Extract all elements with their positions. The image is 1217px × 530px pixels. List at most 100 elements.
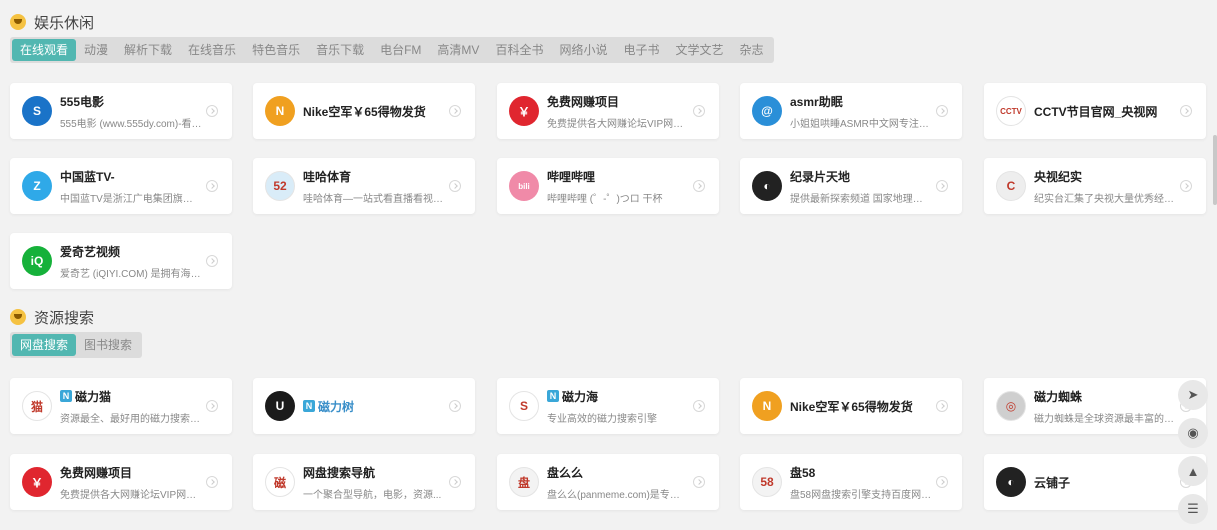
tab-literature[interactable]: 文学文艺 (667, 39, 731, 61)
wechat-button[interactable]: ◉ (1178, 418, 1208, 448)
chevron-right-icon[interactable] (693, 105, 705, 117)
site-name: N 磁力海 (547, 388, 689, 405)
tab-parse-download[interactable]: 解析下载 (116, 39, 180, 61)
site-card[interactable]: 猫 N 磁力猫 资源最全、最好用的磁力搜索引擎 (10, 378, 232, 434)
site-card[interactable]: CCTV CCTV节目官网_央视网 (984, 83, 1206, 139)
site-card[interactable]: N Nike空军￥65得物发货 (740, 378, 962, 434)
chevron-right-icon[interactable] (449, 400, 461, 412)
site-logo-icon: ◐ (752, 171, 782, 201)
site-info: 哔哩哔哩 哔哩哔哩 (゜-゜)つロ 干杯 (547, 168, 689, 205)
chevron-right-icon[interactable] (1180, 105, 1192, 117)
site-card[interactable]: S 555电影 555电影 (www.555dy.com)-看电影... (10, 83, 232, 139)
site-card[interactable]: 盘盘么么盘么么(panmeme.com)是专业的网... (497, 454, 719, 510)
chevron-right-icon[interactable] (693, 476, 705, 488)
site-name-text: 哔哩哔哩 (547, 169, 596, 184)
emoji-icon (10, 309, 26, 325)
site-logo-icon: U (265, 391, 295, 421)
tab-book-search[interactable]: 图书搜索 (76, 334, 140, 356)
site-card[interactable]: ◐ 纪录片天地提供最新探索频道 国家地理频道纪... (740, 158, 962, 214)
site-info: 磁力蜘蛛磁力蜘蛛是全球资源最丰富的磁力... (1034, 388, 1176, 425)
site-card[interactable]: iQ 爱奇艺视频爱奇艺 (iQIYI.COM) 是拥有海量、... (10, 233, 232, 289)
chevron-right-icon[interactable] (449, 105, 461, 117)
bell-icon: ▲ (1186, 463, 1200, 479)
chevron-right-icon[interactable] (936, 105, 948, 117)
site-card[interactable]: S N 磁力海 专业高效的磁力搜索引擎 (497, 378, 719, 434)
tab-online-music[interactable]: 在线音乐 (180, 39, 244, 61)
tab-featured-music[interactable]: 特色音乐 (244, 39, 308, 61)
section-title-text: 资源搜索 (34, 309, 95, 327)
chevron-right-icon[interactable] (936, 476, 948, 488)
chevron-right-icon[interactable] (449, 180, 461, 192)
page: 娱乐休闲 在线观看 动漫 解析下载 在线音乐 特色音乐 音乐下载 电台FM 高清… (0, 0, 1217, 530)
tab-anime[interactable]: 动漫 (76, 39, 116, 61)
site-info: N 磁力树 (303, 398, 445, 415)
site-name-text: CCTV节目官网_央视网 (1034, 104, 1158, 119)
site-name-text: 免费网赚项目 (547, 94, 620, 109)
site-name-text: Nike空军￥65得物发货 (303, 104, 426, 119)
tab-hd-mv[interactable]: 高清MV (429, 39, 487, 61)
site-card[interactable]: ◐ 云铺子 (984, 454, 1206, 510)
tab-web-novel[interactable]: 网络小说 (551, 39, 615, 61)
site-info: 纪录片天地提供最新探索频道 国家地理频道纪... (790, 168, 932, 205)
site-info: 盘么么盘么么(panmeme.com)是专业的网... (547, 464, 689, 501)
tab-music-download[interactable]: 音乐下载 (308, 39, 372, 61)
site-name-text: 云铺子 (1034, 475, 1071, 490)
site-info: 网盘搜索导航 一个聚合型导航，电影，资源... (303, 464, 445, 501)
tab-radio-fm[interactable]: 电台FM (372, 39, 429, 61)
site-logo-icon: 猫 (22, 391, 52, 421)
site-name-text: 央视纪实 (1034, 169, 1083, 184)
site-logo-icon: bili (509, 171, 539, 201)
menu-button[interactable]: ☰ (1178, 494, 1208, 524)
chevron-right-icon[interactable] (206, 105, 218, 117)
site-card[interactable]: C 央视纪实纪实台汇集了央视大量优秀经典纪... (984, 158, 1206, 214)
chevron-right-icon[interactable] (206, 476, 218, 488)
chevron-right-icon[interactable] (936, 400, 948, 412)
site-card[interactable]: N Nike空军￥65得物发货 (253, 83, 475, 139)
site-card[interactable]: ◎ 磁力蜘蛛磁力蜘蛛是全球资源最丰富的磁力... (984, 378, 1206, 434)
chevron-right-icon[interactable] (936, 180, 948, 192)
chevron-right-icon[interactable] (206, 255, 218, 267)
site-card[interactable]: Z 中国蓝TV- 中国蓝TV是浙江广电集团旗下唯一... (10, 158, 232, 214)
site-card[interactable]: @ asmr助眠小姐姐哄睡ASMR中文网专注ASMR... (740, 83, 962, 139)
site-card[interactable]: 58 盘58 盘58网盘搜索引擎支持百度网盘搜... (740, 454, 962, 510)
site-card[interactable]: ￥ 免费网赚项目免费提供各大网赚论坛VIP网赚教程... (497, 83, 719, 139)
scrollbar-thumb[interactable] (1213, 135, 1217, 205)
site-name-text: 磁力猫 (75, 389, 112, 404)
site-logo-icon: 58 (752, 467, 782, 497)
chevron-right-icon[interactable] (206, 180, 218, 192)
site-card[interactable]: 52 哇哈体育哇哈体育—一站式看直播看视频球... (253, 158, 475, 214)
section-title-resource-search: 资源搜索 (10, 306, 94, 328)
tab-encyclopedia[interactable]: 百科全书 (487, 39, 551, 61)
site-name-text: 磁力海 (562, 389, 599, 404)
tab-magazine[interactable]: 杂志 (732, 39, 772, 61)
site-card[interactable]: U N 磁力树 (253, 378, 475, 434)
site-name: Nike空军￥65得物发货 (303, 103, 445, 120)
chevron-right-icon[interactable] (1180, 180, 1192, 192)
tab-ebook[interactable]: 电子书 (615, 39, 667, 61)
chevron-right-icon[interactable] (206, 400, 218, 412)
site-logo-icon: N (752, 391, 782, 421)
site-description: 免费提供各大网赚论坛VIP网赚教程... (547, 118, 689, 130)
chevron-right-icon[interactable] (693, 400, 705, 412)
site-name: 哔哩哔哩 (547, 168, 689, 185)
notification-button[interactable]: ▲ (1178, 456, 1208, 486)
site-description: 提供最新探索频道 国家地理频道纪... (790, 193, 932, 205)
back-to-top-button[interactable]: ➤ (1178, 380, 1208, 410)
chevron-right-icon[interactable] (449, 476, 461, 488)
site-logo-icon: CCTV (996, 96, 1026, 126)
site-logo-icon: ◎ (996, 391, 1026, 421)
site-name: 爱奇艺视频 (60, 243, 202, 260)
tab-online-watch[interactable]: 在线观看 (12, 39, 77, 61)
site-name-text: 网盘搜索导航 (303, 465, 376, 480)
chevron-right-icon[interactable] (693, 180, 705, 192)
emoji-icon (10, 14, 26, 30)
site-logo-icon: 磁 (265, 467, 295, 497)
site-logo-icon: N (265, 96, 295, 126)
site-name: N 磁力猫 (60, 388, 202, 405)
site-description: 爱奇艺 (iQIYI.COM) 是拥有海量、... (60, 268, 202, 280)
tab-netdisk-search[interactable]: 网盘搜索 (12, 334, 77, 356)
site-card[interactable]: ￥ 免费网赚项目免费提供各大网赚论坛VIP网赚教程... (10, 454, 232, 510)
site-card[interactable]: bili 哔哩哔哩 哔哩哔哩 (゜-゜)つロ 干杯 (497, 158, 719, 214)
site-card[interactable]: 磁网盘搜索导航 一个聚合型导航，电影，资源... (253, 454, 475, 510)
new-badge: N (60, 390, 72, 402)
